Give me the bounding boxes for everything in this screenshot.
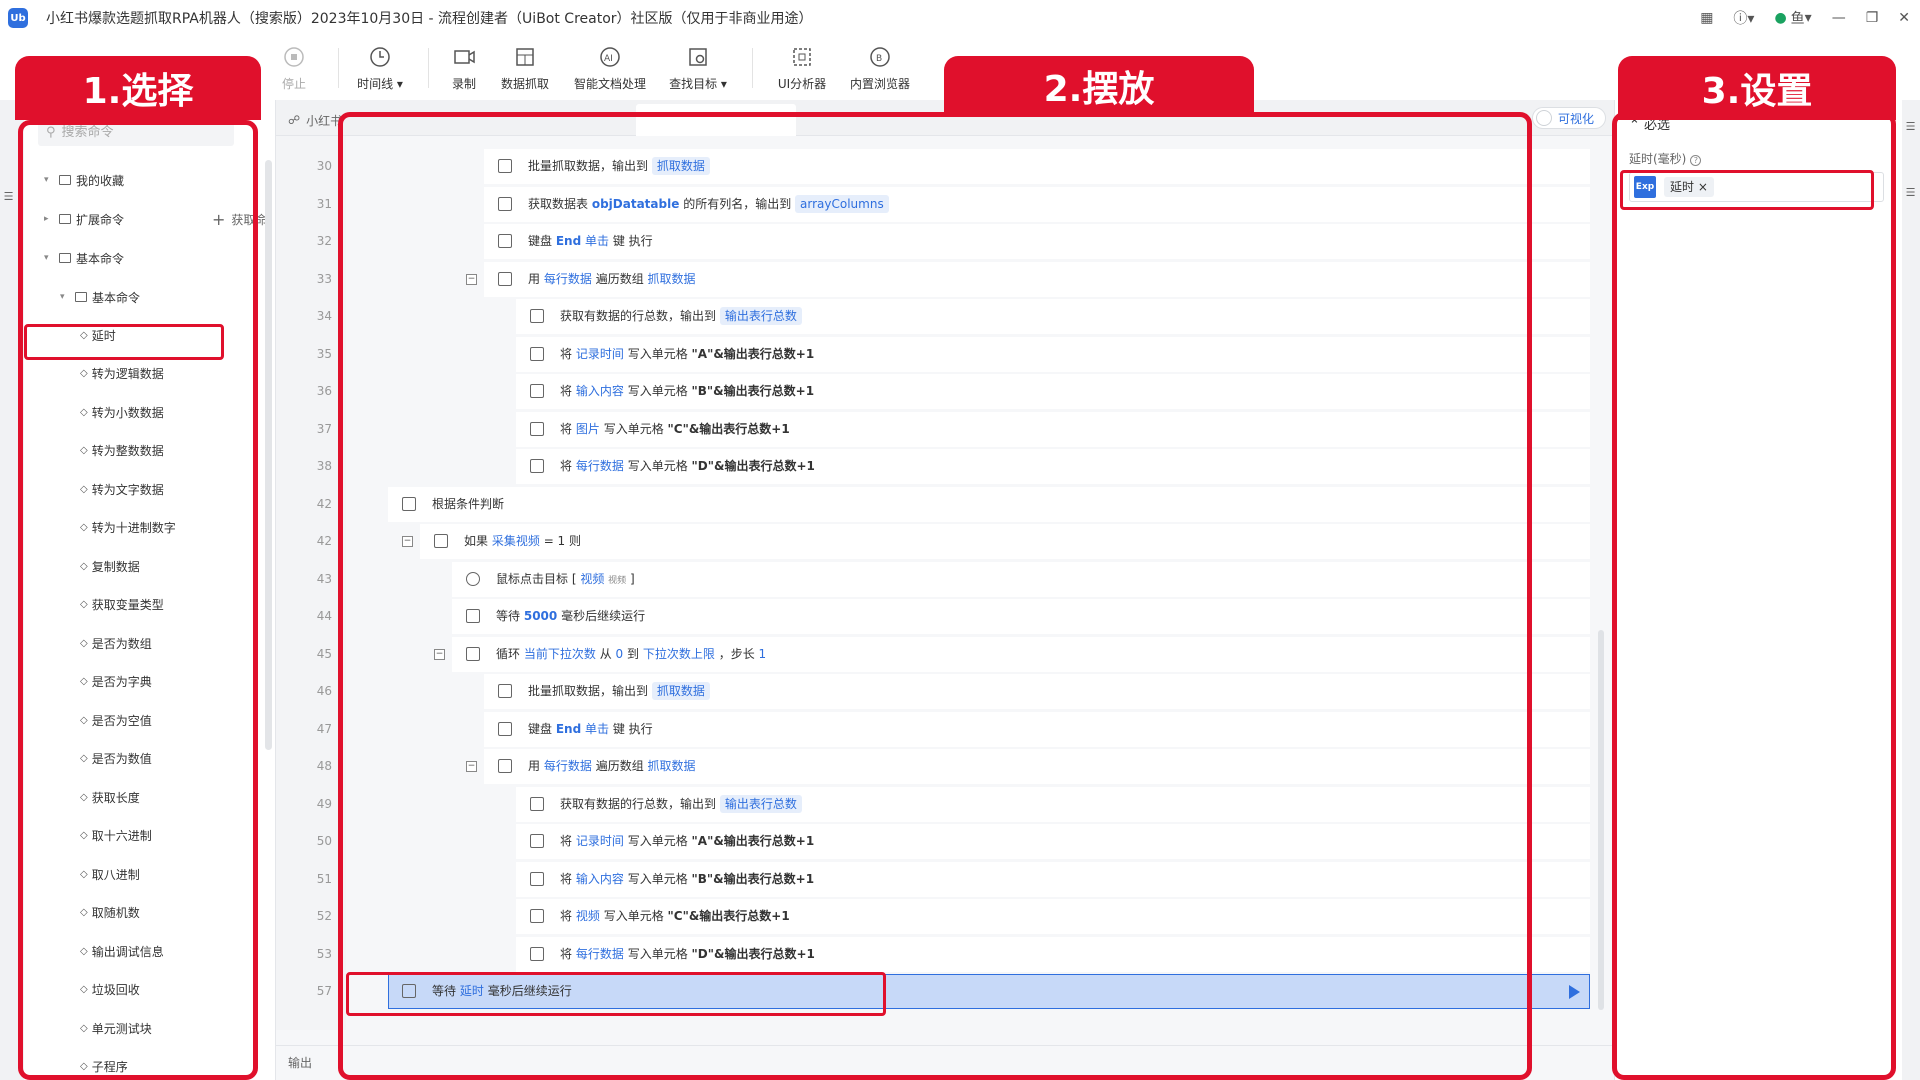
select-annotation-label: 1.选择 [15,56,261,120]
record-button[interactable]: 录制 [446,36,482,100]
timeline-label: 时间线 [357,77,394,91]
line-number: 49 [316,796,332,811]
toolbar-divider [338,48,339,88]
apps-grid-icon[interactable]: ▦ [1690,0,1723,36]
line-number: 50 [316,834,332,848]
commands-strip-icon[interactable]: ☰ [2,190,15,203]
line-number: 30 [316,159,332,173]
app-window: Ub 小红书爆款选题抓取RPA机器人（搜索版）2023年10月30日 - 流程创… [0,0,1920,1080]
line-number: 32 [316,234,332,248]
output-label: 输出 [288,1056,313,1070]
table-icon [512,44,538,70]
line-number: 47 [316,721,332,736]
user-menu[interactable]: ● 鱼 ▾ [1764,0,1821,36]
line-number: 46 [316,684,332,698]
sidebar-scrollbar[interactable] [265,160,272,750]
stop-button[interactable]: 停止 [276,36,312,100]
smart-doc-button[interactable]: AI 智能文档处理 [568,36,652,100]
select-highlight-box [18,120,258,1080]
minimize-icon[interactable]: — [1822,0,1856,36]
line-number: 42 [316,496,332,511]
record-label: 录制 [451,77,476,91]
line-number: 52 [316,909,332,923]
ui-analyzer-label: UI分析器 [777,77,827,91]
visualize-label: 可视化 [1558,111,1595,126]
right-dock-strip: ☰ ☰ [1902,100,1920,1080]
smart-doc-label: 智能文档处理 [573,77,646,91]
window-controls: ▦ ⓘ▾ ● 鱼 ▾ — ❐ ✕ [1690,0,1920,36]
line-number: 31 [316,196,332,211]
toggle-knob [1536,110,1552,126]
line-number: 37 [316,421,332,436]
settings-annotation-label: 3.设置 [1618,56,1896,120]
help-icon[interactable]: ⓘ▾ [1723,0,1764,36]
line-number: 51 [316,871,332,886]
line-number: 44 [316,609,332,623]
line-number: 36 [316,384,332,398]
line-number: 53 [316,946,332,961]
settings-highlight-box [1612,112,1896,1080]
line-number: 48 [316,759,332,773]
line-number: 35 [316,346,332,361]
line-number: 43 [316,571,332,586]
line-number: 34 [316,309,332,323]
variables-strip-icon[interactable]: ☰ [1904,186,1917,199]
line-number: 33 [316,271,332,286]
builtin-browser-label: 内置浏览器 [849,77,910,91]
stop-label: 停止 [281,77,306,91]
app-logo: Ub [8,8,28,28]
clock-icon [367,44,393,70]
line-number: 38 [316,459,332,473]
line-number: 45 [316,646,332,661]
delay-command-highlight [24,324,224,360]
properties-strip-icon[interactable]: ☰ [1904,120,1917,133]
browser-icon: B [867,44,893,70]
line-number: 57 [316,984,332,998]
run-line-icon[interactable] [1569,985,1580,999]
close-icon[interactable]: ✕ [1888,0,1920,36]
ui-analyzer-button[interactable]: UI分析器 [772,36,832,100]
find-target-button[interactable]: 查找目标 ▾ [664,36,732,100]
delay-field-highlight [1620,170,1874,210]
stop-icon [281,44,307,70]
line-number: 42 [316,534,332,548]
ui-analyzer-icon [789,44,815,70]
data-scrape-label: 数据抓取 [500,77,549,91]
window-title: 小红书爆款选题抓取RPA机器人（搜索版）2023年10月30日 - 流程创建者（… [46,11,813,27]
timeline-button[interactable]: 时间线 ▾ [350,36,410,100]
toolbar-divider [752,48,753,88]
flow-icon: ☍ [288,113,301,127]
place-annotation-label: 2.摆放 [944,56,1254,116]
ai-icon: AI [597,44,623,70]
record-icon [451,44,477,70]
online-status-icon: ● [1774,10,1787,26]
place-highlight-box [338,112,1532,1080]
find-target-label: 查找目标 [669,77,718,91]
visualize-toggle[interactable]: 可视化 [1532,107,1606,129]
svg-text:AI: AI [604,54,613,64]
restore-icon[interactable]: ❐ [1856,0,1889,36]
placed-command-highlight [346,972,886,1016]
editor-scrollbar[interactable] [1598,630,1604,1010]
svg-text:B: B [876,54,882,64]
find-target-icon [685,44,711,70]
builtin-browser-button[interactable]: B 内置浏览器 [846,36,914,100]
user-name: 鱼 [1790,11,1805,27]
tab-flow-label: 小红书 [306,113,343,128]
data-scrape-button[interactable]: 数据抓取 [498,36,552,100]
toolbar-divider [428,48,429,88]
title-bar: Ub 小红书爆款选题抓取RPA机器人（搜索版）2023年10月30日 - 流程创… [0,0,1920,36]
